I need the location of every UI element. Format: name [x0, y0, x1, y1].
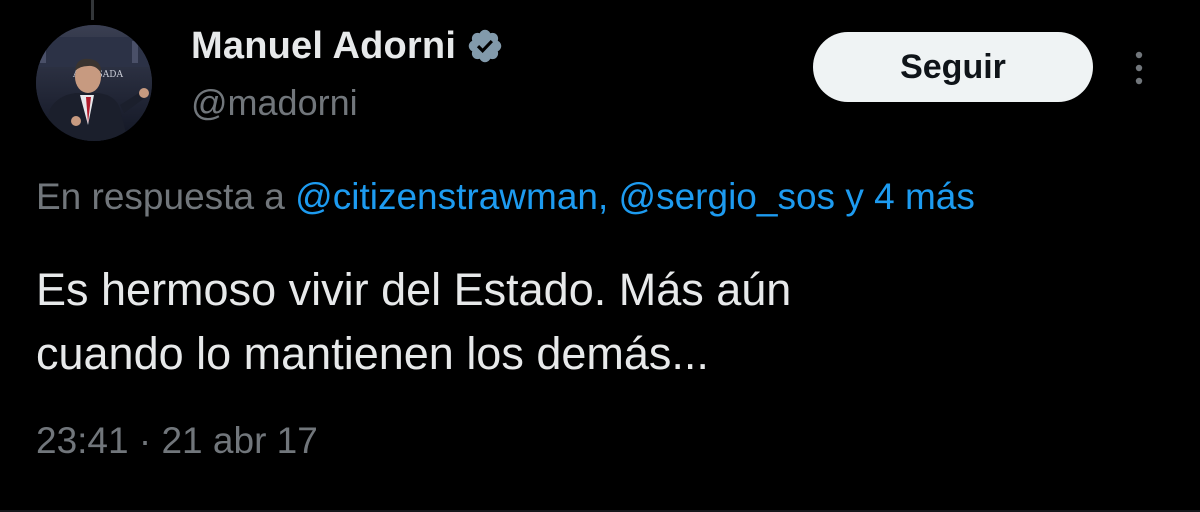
tweet-time: 23:41	[36, 420, 129, 461]
timestamp-separator: ·	[128, 420, 162, 461]
reply-prefix: En respuesta a	[36, 176, 296, 217]
tweet-date: 21 abr 17	[161, 420, 318, 461]
tweet-timestamp[interactable]: 23:41 · 21 abr 17	[36, 420, 318, 462]
reply-context: En respuesta a @citizenstrawman, @sergio…	[36, 176, 975, 218]
reply-mention-citizenstrawman[interactable]: @citizenstrawman	[295, 176, 598, 217]
tweet-text: Es hermoso vivir del Estado. Más aún cua…	[36, 258, 1166, 386]
reply-others-link[interactable]: y 4 más	[835, 176, 975, 217]
tweet-text-line-1: Es hermoso vivir del Estado. Más aún	[36, 264, 792, 315]
more-options-button[interactable]	[1124, 42, 1154, 94]
author-name-row: Manuel Adorni	[191, 24, 504, 68]
avatar[interactable]: A ROSADA	[36, 25, 152, 141]
verified-badge-icon[interactable]	[466, 27, 504, 65]
more-vertical-icon	[1135, 51, 1143, 85]
author-handle[interactable]: @madorni	[191, 82, 358, 124]
reply-mention-sergio-sos[interactable]: @sergio_sos	[619, 176, 836, 217]
avatar-photo: A ROSADA	[36, 25, 152, 141]
reply-separator: ,	[597, 176, 619, 217]
tweet-text-line-2: cuando lo mantienen los demás...	[36, 328, 709, 379]
follow-button[interactable]: Seguir	[813, 32, 1093, 102]
author-display-name[interactable]: Manuel Adorni	[191, 25, 456, 68]
thread-connector-line	[91, 0, 94, 20]
